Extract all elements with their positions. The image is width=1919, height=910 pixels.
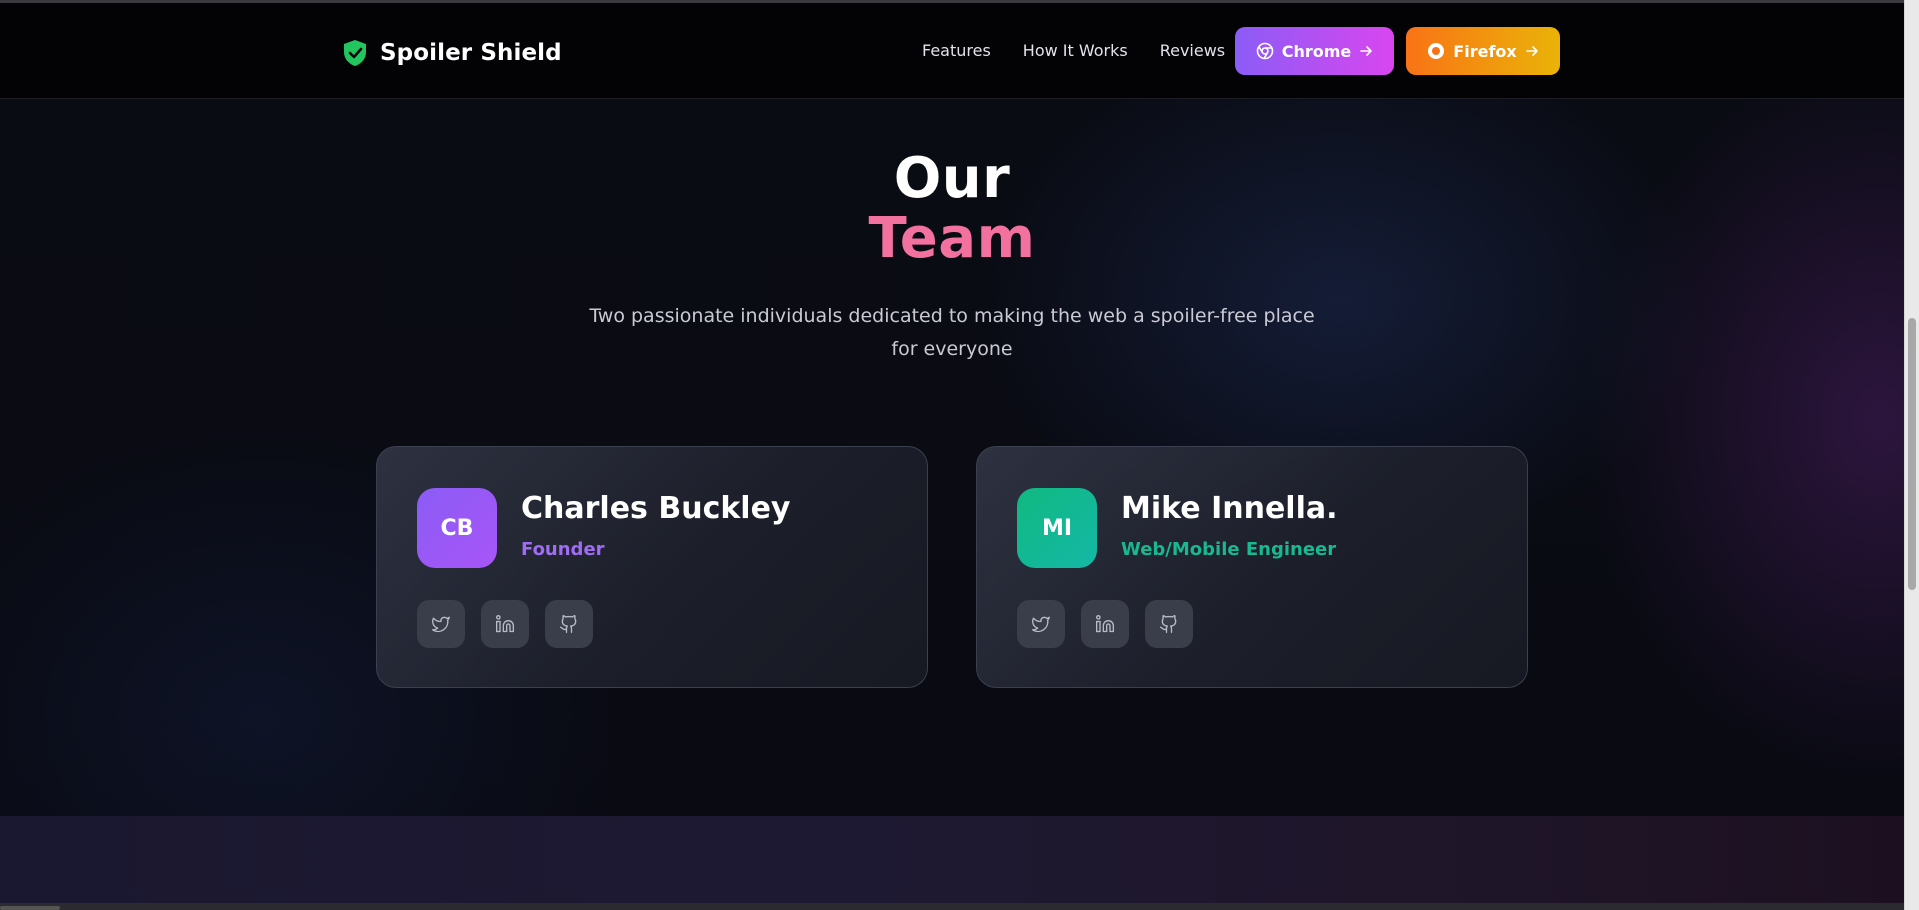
github-link[interactable]: [545, 600, 593, 648]
arrow-right-icon: [1360, 46, 1373, 56]
member-role: Web/Mobile Engineer: [1121, 539, 1337, 560]
twitter-link[interactable]: [1017, 600, 1065, 648]
social-links: [417, 600, 593, 648]
nav-link-features[interactable]: Features: [922, 41, 991, 60]
twitter-link[interactable]: [417, 600, 465, 648]
nav-link-how-it-works[interactable]: How It Works: [1023, 41, 1128, 60]
member-role: Founder: [521, 539, 605, 560]
chrome-button-label: Chrome: [1281, 41, 1352, 61]
github-icon: [560, 615, 577, 633]
nav-link-reviews[interactable]: Reviews: [1160, 41, 1225, 60]
github-icon: [1160, 615, 1177, 633]
arrow-right-icon: [1525, 46, 1538, 56]
chrome-download-button[interactable]: Chrome: [1235, 27, 1394, 75]
firefox-button-label: Firefox: [1453, 41, 1517, 61]
member-name: Mike Innella.: [1121, 491, 1338, 526]
section-title-line2: Team: [868, 206, 1036, 271]
brand-logo-link[interactable]: Spoiler Shield: [342, 37, 562, 69]
team-member-card: MI Mike Innella. Web/Mobile Engineer: [976, 446, 1528, 688]
nav-links: Features How It Works Reviews: [922, 41, 1225, 60]
page-scrollbar[interactable]: [1904, 0, 1919, 910]
next-section-preview: [0, 816, 1904, 910]
linkedin-icon: [496, 615, 514, 633]
member-name: Charles Buckley: [521, 491, 791, 526]
navbar: Spoiler Shield Features How It Works Rev…: [0, 3, 1904, 99]
twitter-icon: [432, 616, 450, 633]
linkedin-link[interactable]: [481, 600, 529, 648]
linkedin-icon: [1096, 615, 1114, 633]
section-subtitle: Two passionate individuals dedicated to …: [589, 305, 1315, 360]
social-links: [1017, 600, 1193, 648]
firefox-download-button[interactable]: Firefox: [1406, 27, 1560, 75]
bottom-tab-indicator: [0, 906, 60, 910]
avatar: MI: [1017, 488, 1097, 568]
shield-check-icon: [344, 40, 366, 66]
github-link[interactable]: [1145, 600, 1193, 648]
section-title-line1: Our: [893, 146, 1011, 211]
avatar: CB: [417, 488, 497, 568]
scrollbar-thumb[interactable]: [1908, 318, 1916, 590]
firefox-icon: [1428, 43, 1445, 59]
window-bottom-bar: [0, 903, 1904, 910]
team-member-card: CB Charles Buckley Founder: [376, 446, 928, 688]
brand-name: Spoiler Shield: [380, 40, 562, 66]
linkedin-link[interactable]: [1081, 600, 1129, 648]
page-viewport: Spoiler Shield Features How It Works Rev…: [0, 0, 1904, 910]
twitter-icon: [1032, 616, 1050, 633]
chrome-icon: [1256, 42, 1274, 60]
